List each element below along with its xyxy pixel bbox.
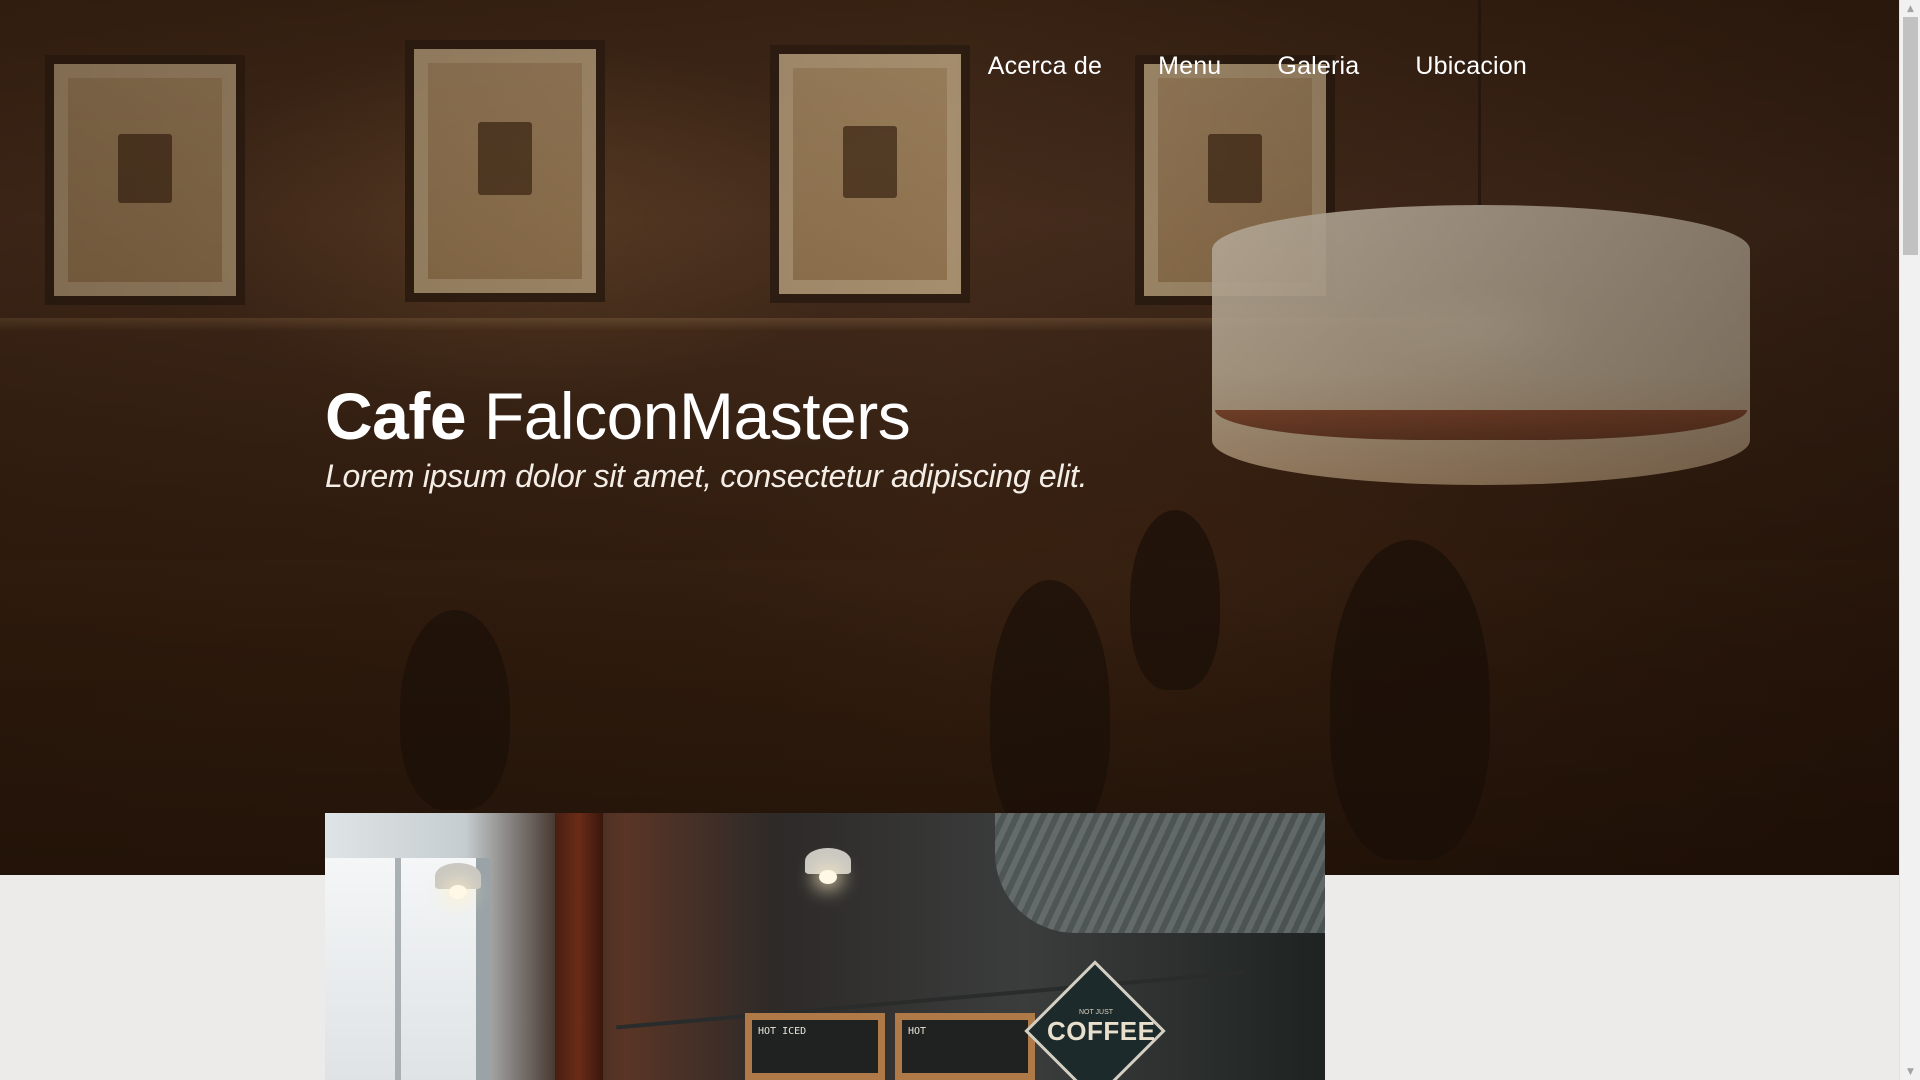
board-right-label: HOT (908, 1026, 927, 1037)
photo-menu-board: HOT ICED (745, 1013, 885, 1080)
nav-link-acerca-de[interactable]: Acerca de (988, 52, 1102, 81)
board-left-label: HOT ICED (758, 1026, 807, 1037)
photo-pillar (555, 813, 603, 1080)
hero-title-light: FalconMasters (483, 379, 911, 453)
photo-lamp (435, 863, 481, 899)
coffee-sign-text: COFFEE (1047, 1016, 1156, 1046)
nav-link-galeria[interactable]: Galeria (1277, 52, 1359, 81)
hero-title: Cafe FalconMasters (325, 378, 911, 454)
hero-title-bold: Cafe (325, 379, 467, 453)
scroll-thumb[interactable] (1903, 17, 1918, 255)
scroll-up-arrow-icon[interactable]: ▲ (1900, 0, 1920, 17)
nav-link-menu[interactable]: Menu (1158, 52, 1221, 81)
main-navigation: Acerca de Menu Galeria Ubicacion (988, 52, 1527, 81)
page-scrollbar[interactable]: ▲ ▼ (1899, 0, 1920, 1080)
hero-subtitle: Lorem ipsum dolor sit amet, consectetur … (325, 458, 1088, 494)
photo-menu-board: HOT (895, 1013, 1035, 1080)
hero-banner: Acerca de Menu Galeria Ubicacion Cafe Fa… (0, 0, 1899, 875)
coffee-sign-small-text: NOT JUST (1078, 1009, 1114, 1016)
photo-lamp (805, 848, 851, 884)
photo-air-duct (995, 813, 1325, 933)
cafe-interior-photo: HOT ICED HOT NOT JUST COFFEE (325, 813, 1325, 1080)
nav-link-ubicacion[interactable]: Ubicacion (1415, 52, 1527, 81)
scroll-down-arrow-icon[interactable]: ▼ (1900, 1063, 1920, 1080)
hero-overlay (0, 0, 1899, 875)
